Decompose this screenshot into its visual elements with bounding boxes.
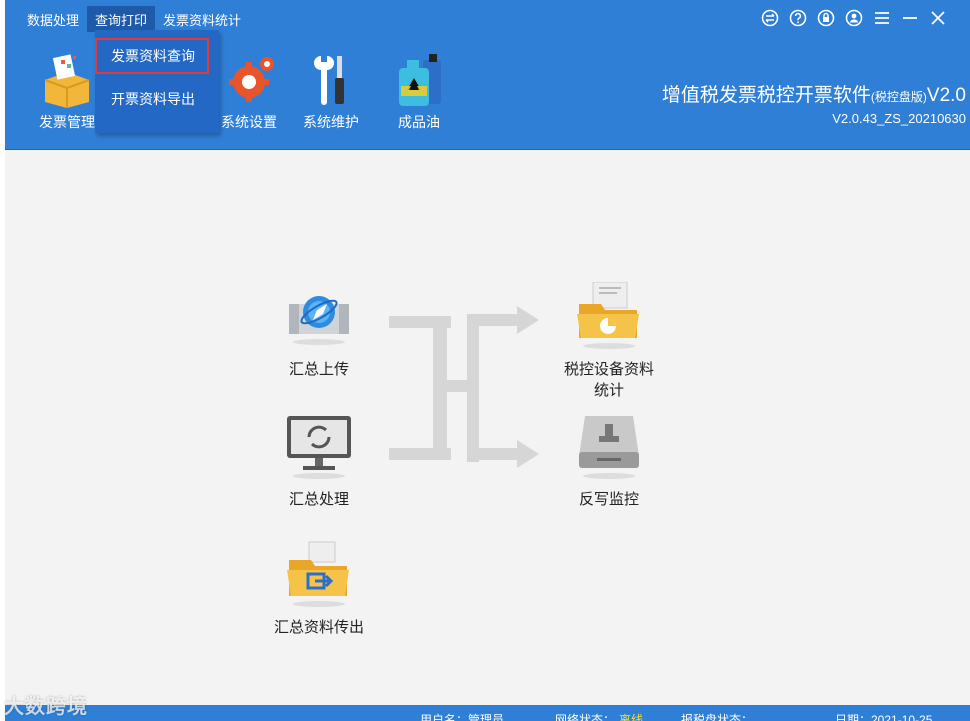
help-icon[interactable] xyxy=(788,8,808,28)
summary-export-label: 汇总资料传出 xyxy=(273,619,364,636)
summary-process-node[interactable]: 汇总处理 xyxy=(239,412,399,509)
system-maintenance-button[interactable]: 系统维护 xyxy=(291,50,371,134)
writeback-monitor-node[interactable]: 反写监控 xyxy=(529,412,689,509)
close-icon[interactable] xyxy=(928,8,948,28)
summary-process-label: 汇总处理 xyxy=(288,491,349,508)
summary-upload-node[interactable]: 汇总上传 xyxy=(239,282,399,379)
upload-compass-icon xyxy=(283,282,355,354)
status-date: 日期：2021-10-25 xyxy=(835,713,933,721)
brand-build: V2.0.43_ZS_20210630 xyxy=(832,111,966,126)
flow-connectors xyxy=(389,306,539,468)
status-network-value: 离线 xyxy=(619,713,644,721)
system-settings-label: 系统设置 xyxy=(221,114,277,130)
status-network-label: 网络状态： xyxy=(555,713,616,721)
window-controls xyxy=(760,8,948,28)
brand: 增值税发票税控开票软件(税控盘版)V2.0 V2.0.43_ZS_2021063… xyxy=(662,80,966,126)
system-maintenance-label: 系统维护 xyxy=(303,114,359,130)
user-icon[interactable] xyxy=(844,8,864,28)
switch-icon[interactable] xyxy=(760,8,780,28)
folder-export-icon xyxy=(283,540,355,612)
monitor-refresh-icon xyxy=(283,412,355,484)
menu-bar: 数据处理 查询打印 发票资料统计 xyxy=(19,6,249,32)
refined-oil-button[interactable]: 成品油 xyxy=(379,50,459,134)
invoice-box-icon xyxy=(37,50,97,110)
device-stats-label-1: 税控设备资料 xyxy=(563,361,654,378)
brand-edition: (税控盘版) xyxy=(870,90,927,104)
dropdown-invoice-query[interactable]: 发票资料查询 xyxy=(95,38,209,74)
lock-icon[interactable] xyxy=(816,8,836,28)
app-window: 数据处理 查询打印 发票资料统计 发票管理 系统设置 系统维护 成品油 增值税发… xyxy=(5,0,970,721)
writeback-monitor-label: 反写监控 xyxy=(578,491,639,508)
brand-title-text: 增值税发票税控开票软件 xyxy=(661,85,871,106)
status-bar: 用户名：管理员 网络状态： 离线 报税盘状态： 日期：2021-10-25 xyxy=(5,705,970,721)
refined-oil-label: 成品油 xyxy=(398,114,440,130)
menu-data-processing[interactable]: 数据处理 xyxy=(19,6,87,32)
minimize-icon[interactable] xyxy=(900,8,920,28)
menu-query-print[interactable]: 查询打印 xyxy=(87,6,156,32)
gear-icon xyxy=(219,50,279,110)
brand-version-suffix: V2.0 xyxy=(926,85,966,106)
status-tax-disk: 报税盘状态： xyxy=(681,713,754,721)
watermark: 大数跨境 xyxy=(4,696,88,718)
wrench-screwdriver-icon xyxy=(301,50,361,110)
folder-chart-icon xyxy=(573,281,645,354)
device-stats-label-2: 统计 xyxy=(593,382,624,399)
menu-invoice-stats[interactable]: 发票资料统计 xyxy=(155,6,249,32)
system-settings-button[interactable]: 系统设置 xyxy=(209,50,289,134)
summary-export-node[interactable]: 汇总资料传出 xyxy=(239,540,399,637)
oil-can-icon xyxy=(389,50,449,110)
brand-title: 增值税发票税控开票软件(税控盘版)V2.0 xyxy=(662,80,966,107)
disk-drive-icon xyxy=(573,412,645,484)
dropdown-invoice-export[interactable]: 开票资料导出 xyxy=(95,80,219,118)
device-stats-node[interactable]: 税控设备资料 统计 xyxy=(529,281,689,400)
query-print-dropdown: 发票资料查询 开票资料导出 xyxy=(95,30,219,133)
workflow-area: 汇总上传 汇总处理 汇总资料传出 税控设备资料 统计 反写监控 xyxy=(5,150,970,705)
status-user: 用户名：管理员 xyxy=(420,713,505,721)
summary-upload-label: 汇总上传 xyxy=(288,361,349,378)
menu-icon[interactable] xyxy=(872,8,892,28)
